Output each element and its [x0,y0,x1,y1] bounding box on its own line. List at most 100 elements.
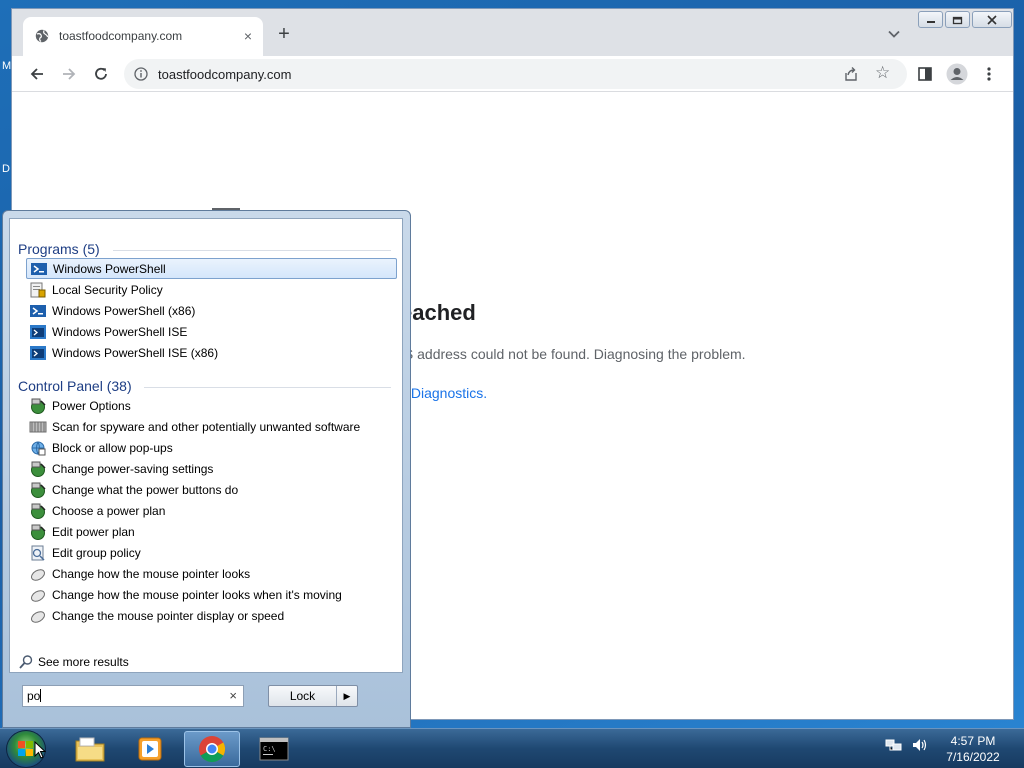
control-panel-item-label: Edit power plan [52,524,135,539]
control-panel-item[interactable]: Choose a power plan [26,500,397,521]
internet-options-icon [31,441,46,455]
control-panel-item[interactable]: Edit power plan [26,521,397,542]
program-item[interactable]: Windows PowerShell (x86) [26,300,397,321]
minimize-button[interactable] [918,11,943,28]
forward-arrow-icon [63,68,76,80]
power-options-icon [31,482,46,498]
search-icon [19,655,33,669]
control-panel-item-label: Edit group policy [52,545,141,560]
search-input-value: po [27,689,41,703]
profile-button[interactable] [945,62,969,86]
window-controls [916,11,1012,29]
error-description: IS address could not be found. Diagnosin… [400,346,746,362]
shutdown-options-arrow-icon[interactable]: ▶ [337,686,357,706]
back-button[interactable] [25,62,49,86]
powershell-ise-icon [30,324,46,339]
program-item[interactable]: Windows PowerShell ISE [26,321,397,342]
share-icon[interactable] [843,66,859,82]
reload-icon [95,67,107,80]
control-panel-item[interactable]: Change the mouse pointer display or spee… [26,605,397,626]
clear-search-icon[interactable]: × [229,686,237,706]
program-item-label: Windows PowerShell ISE [52,324,188,339]
desktop-icon-label: D [2,163,10,175]
mouse-icon [31,568,45,581]
chevron-down-icon[interactable] [887,27,901,41]
kebab-menu-icon [987,67,991,81]
side-panel-icon [918,67,932,81]
media-player-icon [138,737,162,761]
info-icon[interactable] [134,67,148,81]
forward-button[interactable] [57,62,81,86]
programs-header[interactable]: Programs (5) [18,241,100,257]
close-tab-icon[interactable]: × [239,27,257,45]
minimize-icon [926,20,935,23]
program-item-label: Windows PowerShell (x86) [52,303,196,318]
taskbar-explorer-button[interactable] [62,731,118,767]
profile-avatar-icon [946,63,968,85]
see-more-results-link[interactable]: See more results [18,654,129,670]
control-panel-item[interactable]: Change how the mouse pointer looks [26,563,397,584]
reload-button[interactable] [89,62,113,86]
control-panel-item-label: Change how the mouse pointer looks [52,566,251,581]
control-panel-item-label: Block or allow pop-ups [52,440,173,455]
control-panel-item[interactable]: Power Options [26,395,397,416]
text-caret [40,689,42,702]
lock-button[interactable]: Lock ▶ [268,685,358,707]
new-tab-button[interactable]: + [274,24,294,44]
network-diagnostics-link[interactable]: k Diagnostics. [400,385,487,401]
folder-icon [75,737,105,762]
side-panel-button[interactable] [913,62,937,86]
taskbar-cmd-button[interactable]: C:\ [246,731,302,767]
control-panel-item-label: Power Options [52,398,131,413]
security-policy-icon [30,282,46,297]
control-panel-header[interactable]: Control Panel (38) [18,378,132,394]
control-panel-item[interactable]: Scan for spyware and other potentially u… [26,416,397,437]
program-item-label: Local Security Policy [52,282,163,297]
desktop-icon-label: M [2,60,12,72]
power-options-icon [31,398,46,414]
program-item-label: Windows PowerShell [53,261,166,276]
system-clock[interactable]: 4:57 PM 7/16/2022 [935,733,1011,765]
back-arrow-icon [30,68,43,80]
close-window-button[interactable] [972,11,1012,28]
start-menu: Programs (5) Windows PowerShell Local Se… [2,210,411,728]
control-panel-item-label: Change how the mouse pointer looks when … [52,587,342,602]
taskbar-chrome-button[interactable] [184,731,240,767]
power-options-icon [31,524,46,540]
separator [144,387,391,388]
bookmark-star-icon[interactable]: ☆ [875,64,891,81]
control-panel-item[interactable]: Block or allow pop-ups [26,437,397,458]
powershell-icon [30,304,46,317]
power-options-icon [31,503,46,519]
control-panel-item[interactable]: Edit group policy [26,542,397,563]
program-item[interactable]: Windows PowerShell ISE (x86) [26,342,397,363]
taskbar-media-player-button[interactable] [122,731,178,767]
control-panel-item[interactable]: Change how the mouse pointer looks when … [26,584,397,605]
group-policy-icon [31,545,45,561]
control-panel-item-label: Change what the power buttons do [52,482,239,497]
taskbar: C:\ 4:57 PM 7/16/2022 [0,728,1024,768]
start-search-input[interactable]: po × [22,685,244,707]
control-panel-item[interactable]: Change power-saving settings [26,458,397,479]
tab-strip: toastfoodcompany.com × + [12,9,1013,57]
address-bar[interactable]: toastfoodcompany.com ☆ [124,59,907,89]
tab-title: toastfoodcompany.com [59,29,183,43]
notification-area [885,737,929,753]
mouse-cursor-icon [34,741,46,759]
defender-icon [29,421,47,432]
mouse-icon [31,589,45,602]
browser-tab[interactable]: toastfoodcompany.com × [23,17,263,57]
svg-text:C:\: C:\ [263,745,276,753]
restore-icon [952,16,962,24]
network-icon[interactable] [885,737,903,753]
clock-time: 4:57 PM [950,734,996,748]
volume-icon[interactable] [911,737,929,753]
program-item[interactable]: Windows PowerShell [26,258,397,279]
restore-button[interactable] [945,11,970,28]
program-item[interactable]: Local Security Policy [26,279,397,300]
command-prompt-icon: C:\ [259,737,289,761]
control-panel-item-label: Change power-saving settings [52,461,214,476]
see-more-results-label: See more results [38,655,129,669]
control-panel-item[interactable]: Change what the power buttons do [26,479,397,500]
menu-button[interactable] [977,62,1001,86]
